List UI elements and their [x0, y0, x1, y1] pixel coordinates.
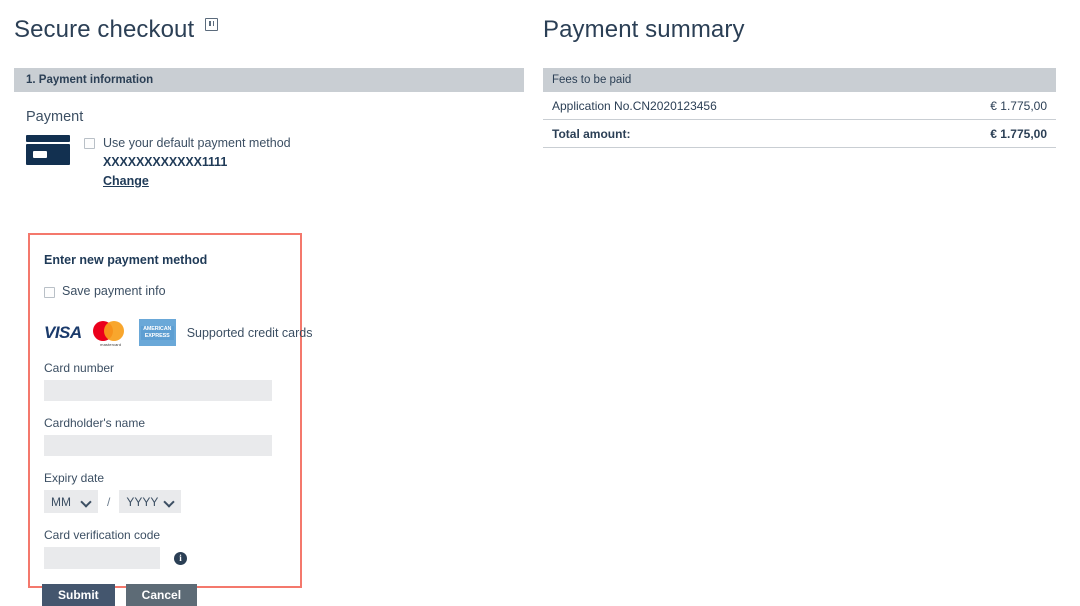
summary-title-text: Payment summary [543, 16, 745, 43]
expiry-month-select[interactable]: MM [44, 490, 98, 513]
use-default-payment-method-checkbox[interactable] [84, 138, 95, 149]
use-default-payment-method-label: Use your default payment method [103, 136, 291, 150]
amex-line-2: EXPRESS [140, 332, 174, 340]
cardholder-name-label: Cardholder's name [44, 416, 146, 430]
new-payment-method-title: Enter new payment method [44, 253, 208, 267]
chevron-down-icon [165, 497, 174, 506]
card-verification-code-input[interactable] [44, 547, 160, 569]
default-payment-method-row: Use your default payment method XXXXXXXX… [26, 134, 524, 190]
amex-line-1: AMERICAN [140, 325, 174, 333]
info-icon[interactable]: i [174, 551, 187, 565]
submit-button[interactable]: Submit [42, 584, 115, 606]
table-row: Application No.CN2020123456 € 1.775,00 [543, 92, 1056, 120]
page-title-text: Secure checkout [14, 16, 195, 43]
expiry-date-label: Expiry date [44, 471, 105, 485]
total-row: Total amount: € 1.775,00 [543, 120, 1056, 148]
payment-label: Payment [26, 109, 84, 125]
summary-title: Payment summary [543, 0, 1056, 46]
mastercard-icon: mastercard [92, 320, 129, 347]
page-title: Secure checkout [14, 0, 524, 46]
visa-icon: VISA [44, 323, 82, 342]
card-number-input[interactable] [44, 380, 272, 401]
lock-icon [205, 18, 219, 31]
total-amount: € 1.775,00 [990, 126, 1047, 141]
use-default-method-row[interactable]: Use your default payment method [84, 136, 291, 151]
expiry-separator: / [107, 494, 111, 509]
expiry-year-value: YYYY [126, 494, 159, 509]
card-verification-code-field: Card verification code i [44, 528, 286, 569]
supported-card-brands: VISA mastercard AMERICAN EXPRESS Support… [44, 319, 312, 347]
mastercard-wordmark: mastercard [100, 341, 122, 347]
masked-card-number: XXXXXXXXXXXX1111 [103, 155, 228, 169]
new-payment-method-panel: Enter new payment method Save payment in… [28, 233, 312, 588]
fee-row-amount: € 1.775,00 [990, 98, 1047, 113]
card-number-field: Card number [44, 361, 286, 401]
card-number-label: Card number [44, 361, 115, 375]
form-actions: Submit Cancel [42, 584, 198, 606]
change-payment-method-link[interactable]: Change [103, 174, 149, 188]
expiry-date-field: Expiry date MM / YYYY [44, 471, 286, 513]
credit-card-icon [26, 135, 70, 165]
payment-summary-column: Payment summary Fees to be paid Applicat… [543, 0, 1056, 148]
cardholder-name-input[interactable] [44, 435, 272, 456]
default-payment-details: Use your default payment method XXXXXXXX… [84, 134, 291, 190]
fee-row-label: Application No.CN2020123456 [552, 98, 717, 113]
cardholder-name-field: Cardholder's name [44, 416, 286, 456]
expiry-month-value: MM [51, 494, 71, 509]
save-payment-info-checkbox[interactable] [44, 287, 55, 298]
payment-information-column: Secure checkout 1. Payment information P… [14, 0, 524, 606]
total-label: Total amount: [552, 126, 631, 141]
cancel-button[interactable]: Cancel [125, 584, 198, 606]
amex-icon: AMERICAN EXPRESS [138, 319, 176, 346]
chevron-down-icon [82, 497, 91, 506]
save-payment-info-label: Save payment info [62, 284, 166, 298]
supported-credit-cards-label: Supported credit cards [186, 325, 313, 340]
section-header-payment-information: 1. Payment information [14, 68, 524, 92]
expiry-year-select[interactable]: YYYY [119, 490, 182, 513]
fees-table-header: Fees to be paid [543, 68, 1056, 92]
card-verification-code-label: Card verification code [44, 528, 161, 542]
checkout-page: Secure checkout 1. Payment information P… [0, 0, 1080, 606]
save-payment-info-row[interactable]: Save payment info [44, 284, 286, 299]
